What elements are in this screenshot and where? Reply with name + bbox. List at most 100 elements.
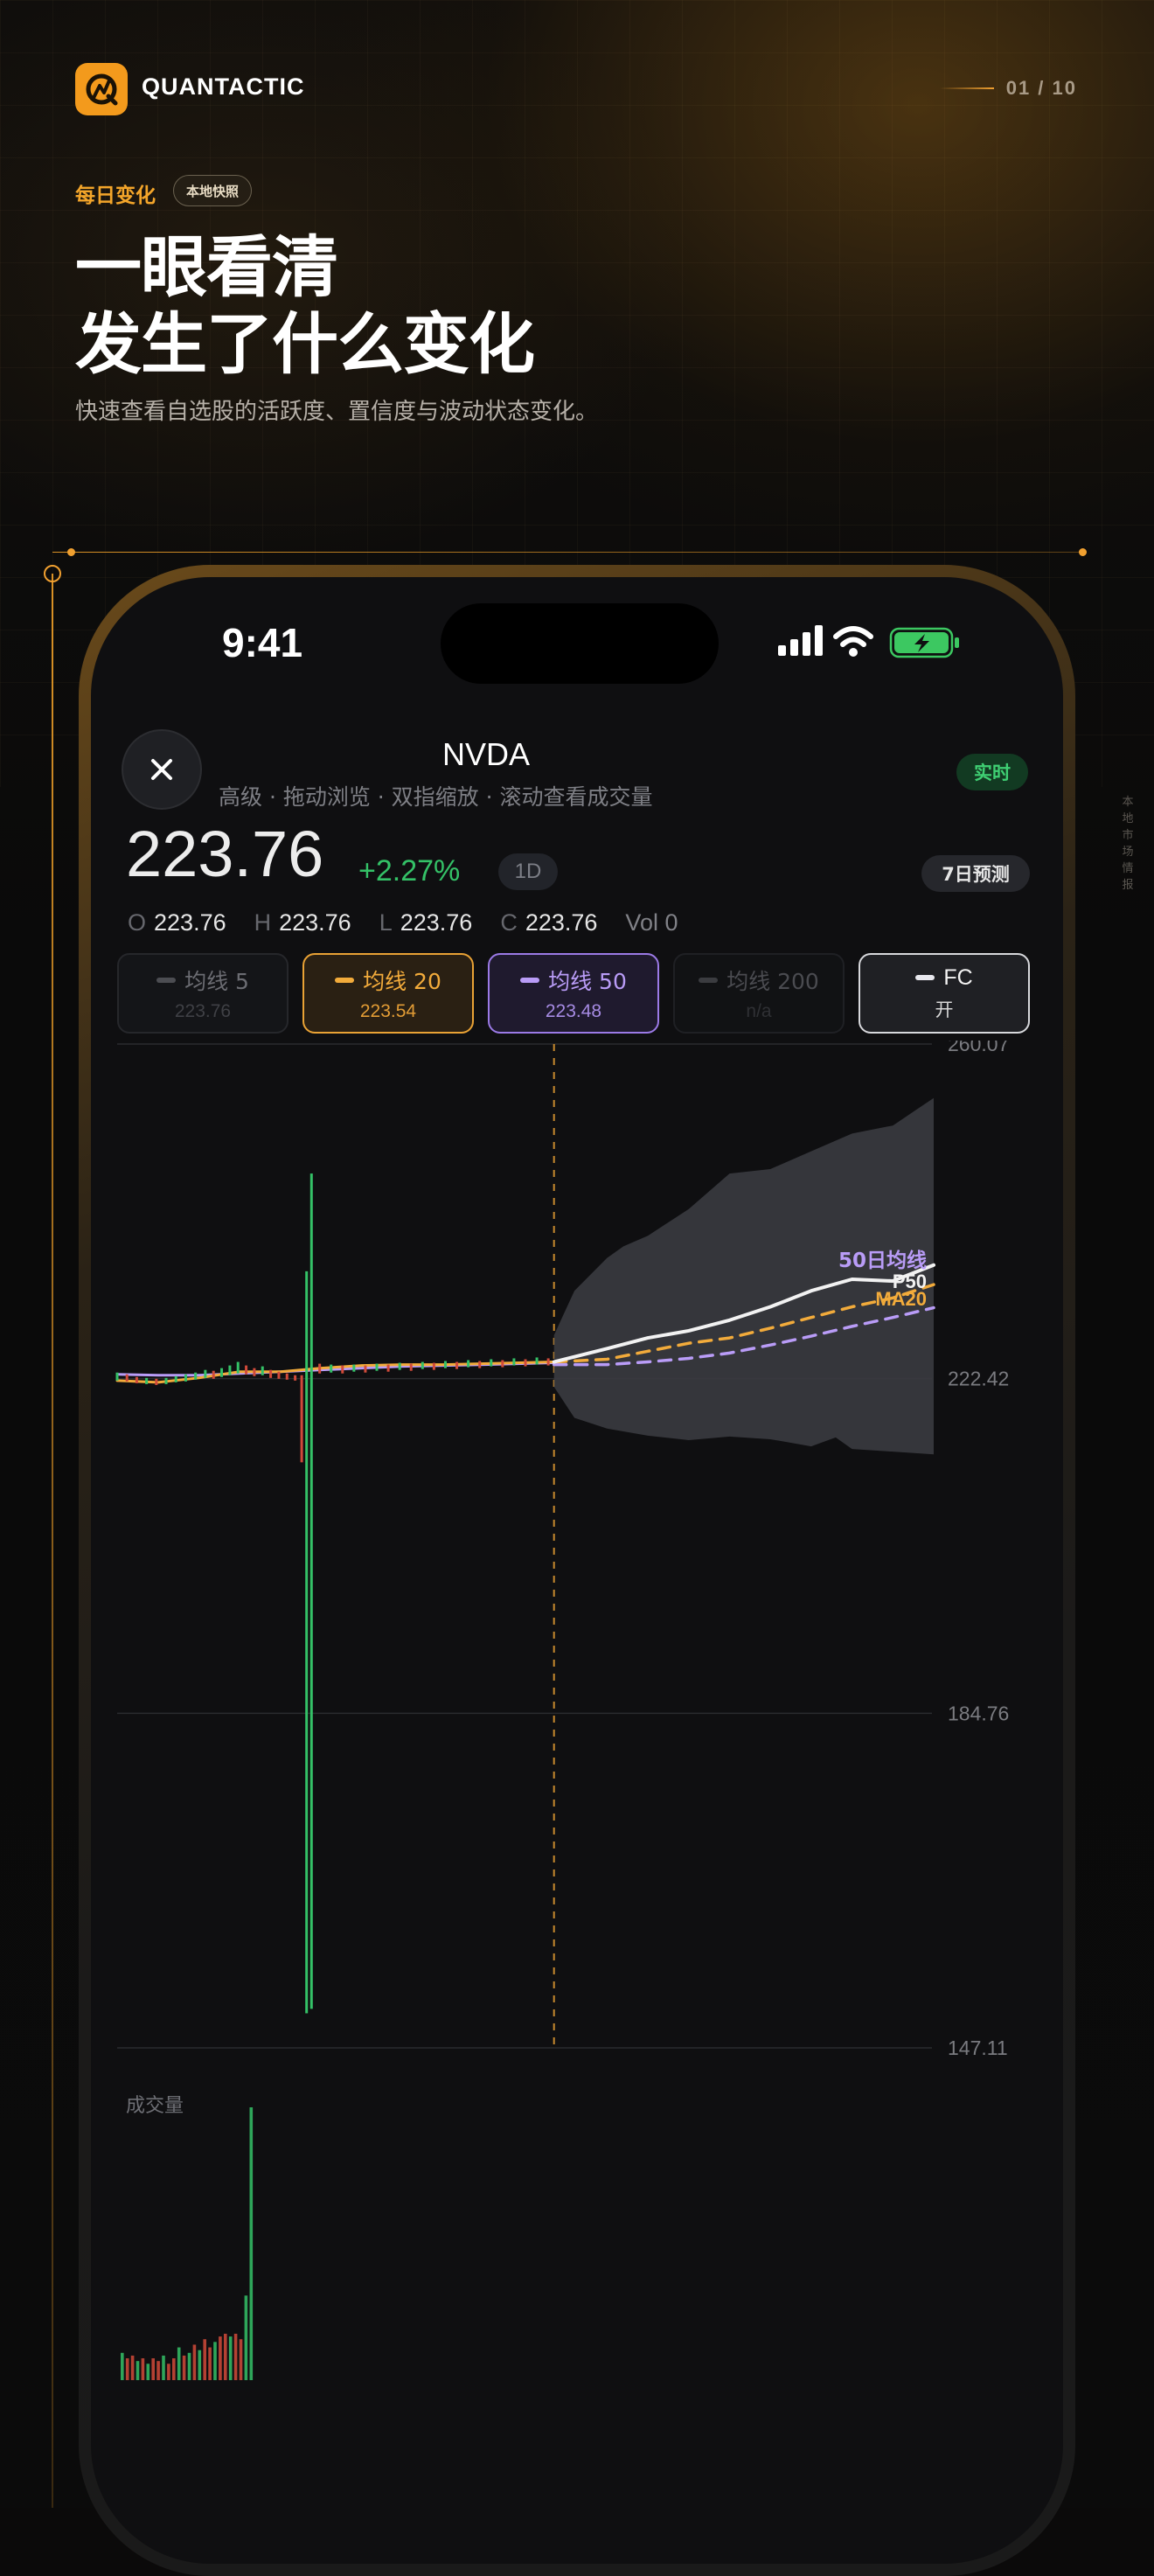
candles-layer xyxy=(115,1173,550,2014)
open-label: O xyxy=(128,909,147,936)
ohlc-row: O 223.76 H 223.76 L 223.76 C 223.76 Vol 0 xyxy=(128,909,678,936)
snapshot-tag: 本地快照 xyxy=(173,175,253,206)
ticker-symbol: NVDA xyxy=(441,736,531,772)
forecast-swatch xyxy=(915,975,935,980)
candle xyxy=(253,1368,256,1376)
toggle-ma20-value: 223.54 xyxy=(359,1001,417,1021)
low-label: L xyxy=(379,909,393,936)
volume-value: Vol 0 xyxy=(625,909,678,936)
forecast-7d-button[interactable]: 7日预测 xyxy=(921,855,1030,892)
candle xyxy=(305,1271,309,2014)
candle xyxy=(194,1372,198,1380)
candle xyxy=(512,1358,516,1366)
toggle-ma50[interactable]: 均线 50 223.48 xyxy=(488,953,659,1034)
y-tick-label: 222.42 xyxy=(948,1368,1009,1390)
candle xyxy=(174,1375,177,1382)
volume-bar xyxy=(121,2352,124,2380)
volume-bar xyxy=(249,2107,254,2380)
pager-text: 01 / 10 xyxy=(1005,77,1077,99)
toggle-ma200-label: 均线 200 xyxy=(726,969,819,994)
guide-dot-left xyxy=(67,548,75,556)
candle xyxy=(212,1370,215,1379)
volume-bar xyxy=(228,2336,233,2380)
close-value: 223.76 xyxy=(525,909,598,936)
volume-bar xyxy=(192,2344,197,2380)
volume-bar xyxy=(182,2355,186,2380)
volume-bar xyxy=(125,2358,129,2380)
volume-bar xyxy=(130,2355,135,2380)
candle xyxy=(455,1361,459,1369)
candle xyxy=(352,1364,356,1372)
toggle-ma20[interactable]: 均线 20 223.54 xyxy=(302,953,474,1034)
candle xyxy=(490,1359,493,1367)
candle xyxy=(501,1360,504,1368)
candle xyxy=(285,1373,288,1380)
phone-frame: 9:41 NVDA 高级 · 拖动浏览 · 双指缩放 · 滚动查看成交量 实时 … xyxy=(79,565,1075,2576)
candle xyxy=(145,1377,149,1384)
y-tick-label: 260.07 xyxy=(948,1041,1009,1055)
toggle-ma5-value: 223.76 xyxy=(174,1001,232,1021)
candle xyxy=(478,1361,482,1368)
toggle-ma5-label: 均线 5 xyxy=(184,969,249,994)
wifi-icon xyxy=(833,626,873,657)
volume-bar xyxy=(219,2336,222,2380)
candle xyxy=(236,1361,240,1374)
candle xyxy=(467,1360,470,1368)
candle xyxy=(443,1361,447,1368)
volume-bar xyxy=(233,2333,238,2380)
candle xyxy=(524,1359,527,1367)
candle xyxy=(269,1369,273,1378)
price-change: +2.27% xyxy=(358,854,461,888)
volume-bar xyxy=(187,2352,191,2380)
volume-bar xyxy=(208,2347,212,2380)
candle xyxy=(204,1369,207,1378)
ma200-swatch xyxy=(699,978,719,983)
phone-screen: 9:41 NVDA 高级 · 拖动浏览 · 双指缩放 · 滚动查看成交量 实时 … xyxy=(91,577,1063,2564)
y-tick-label: 147.11 xyxy=(948,2036,1008,2059)
volume-bar xyxy=(213,2342,217,2380)
low-value: 223.76 xyxy=(400,909,473,936)
battery-icon xyxy=(889,627,959,658)
volume-label: 成交量 xyxy=(126,2095,184,2117)
y-tick-label: 184.76 xyxy=(948,1702,1009,1724)
guide-line-horizontal xyxy=(52,552,1084,553)
volume-bar xyxy=(172,2358,176,2380)
current-price: 223.76 xyxy=(126,818,324,890)
chart-hint: 高级 · 拖动浏览 · 双指缩放 · 滚动查看成交量 xyxy=(219,784,653,810)
price-chart[interactable]: 260.07222.42184.76147.1150日均线P50MA20 xyxy=(91,1041,1063,2405)
candle xyxy=(155,1378,158,1385)
candle xyxy=(386,1364,390,1372)
ma20-swatch xyxy=(335,978,355,983)
volume-bar xyxy=(198,2350,202,2380)
candle xyxy=(318,1363,322,1374)
volume-bar xyxy=(141,2358,145,2380)
headline-line-1: 一眼看清 xyxy=(75,228,338,306)
candle xyxy=(409,1363,413,1371)
candle xyxy=(220,1368,224,1377)
headline: 一眼看清 发生了什么变化 xyxy=(75,228,535,383)
volume-bar xyxy=(203,2339,206,2380)
candle xyxy=(125,1374,129,1382)
ma50-swatch xyxy=(520,978,540,983)
status-time: 9:41 xyxy=(222,620,303,665)
candle xyxy=(330,1364,333,1373)
toggle-forecast[interactable]: FC 开 xyxy=(859,953,1030,1034)
volume-bar xyxy=(224,2333,227,2380)
timeframe-selector[interactable]: 1D xyxy=(498,853,558,890)
candle xyxy=(135,1376,138,1383)
high-label: H xyxy=(254,909,272,936)
volume-bar xyxy=(156,2361,160,2380)
volume-bars-layer xyxy=(121,2107,254,2380)
eyebrow-label: 每日变化 xyxy=(75,184,156,207)
toggle-ma50-value: 223.48 xyxy=(545,1001,602,1021)
page-indicator: 01 / 10 xyxy=(939,77,1077,100)
volume-bar xyxy=(136,2361,140,2380)
toggle-ma200[interactable]: 均线 200 n/a xyxy=(673,953,845,1034)
headline-line-2: 发生了什么变化 xyxy=(75,305,535,383)
headline-subtitle: 快速查看自选股的活跃度、置信度与波动状态变化。 xyxy=(75,399,599,425)
open-value: 223.76 xyxy=(154,909,226,936)
toggle-ma5[interactable]: 均线 5 223.76 xyxy=(117,953,288,1034)
ma5-swatch xyxy=(156,978,177,983)
candle xyxy=(294,1375,297,1381)
forecast-band-layer xyxy=(553,1097,934,1455)
